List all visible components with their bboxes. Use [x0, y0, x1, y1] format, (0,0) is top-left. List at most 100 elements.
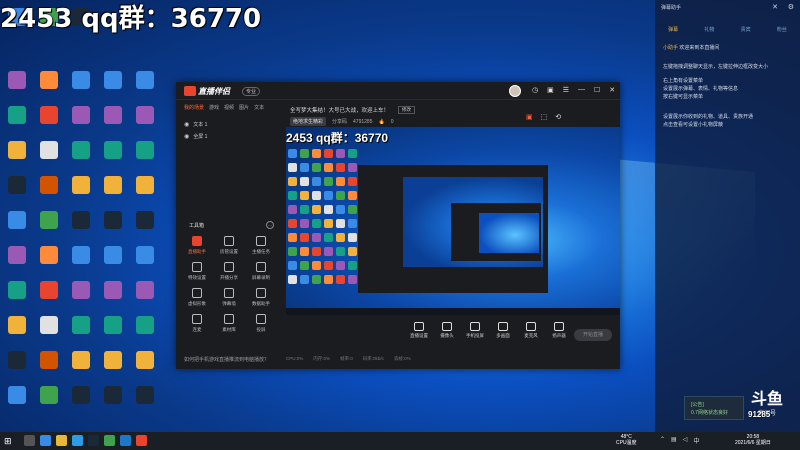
desktop-icon[interactable]: [98, 281, 128, 315]
desktop-icon[interactable]: [98, 176, 128, 210]
stream-preview[interactable]: 2453 qq群：36770: [286, 127, 620, 315]
desktop-icon[interactable]: [2, 246, 32, 280]
control-button[interactable]: 麦克风: [518, 322, 544, 339]
edge-icon[interactable]: [72, 435, 83, 446]
desktop-icon[interactable]: [2, 211, 32, 245]
window-titlebar[interactable]: 直播伴侣 专业 ◷ ▣ ☰ — ☐ ✕: [176, 82, 620, 100]
tool-item[interactable]: 数据助手: [248, 288, 274, 307]
desktop-icon[interactable]: [130, 141, 160, 175]
desktop-icon[interactable]: [2, 176, 32, 210]
tool-item[interactable]: 特效设置: [184, 262, 210, 281]
category-button[interactable]: 绝地求生精彩: [290, 117, 327, 126]
chat-tab-fans[interactable]: 粉丝: [777, 26, 787, 40]
desktop-icon[interactable]: [2, 386, 32, 420]
chevron-up-icon[interactable]: ⌃: [660, 436, 665, 445]
desktop-icon[interactable]: [34, 211, 64, 245]
desktop-icon[interactable]: [34, 316, 64, 350]
eye-icon[interactable]: ◉: [184, 133, 189, 140]
file-explorer-icon[interactable]: [56, 435, 67, 446]
source-item[interactable]: ◉ 全屏 1: [184, 130, 276, 142]
desktop-icon[interactable]: [98, 351, 128, 385]
desktop-icon[interactable]: [34, 176, 64, 210]
live-assistant-taskbar-icon[interactable]: [136, 435, 147, 446]
desktop-icon[interactable]: [66, 281, 96, 315]
clock[interactable]: 20:58 2021/6/6 星期日: [735, 434, 771, 446]
desktop-icon[interactable]: [98, 211, 128, 245]
task-view-icon[interactable]: [40, 435, 51, 446]
desktop-icon[interactable]: [66, 71, 96, 105]
notification-toast[interactable]: [公告] 0.7网络状态良好: [684, 396, 744, 420]
close-icon[interactable]: ✕: [772, 3, 778, 11]
desktop-icon[interactable]: [2, 316, 32, 350]
windows-start-icon[interactable]: ⊞: [4, 436, 12, 447]
tool-item[interactable]: 直播助手: [184, 236, 210, 255]
chat-tab-gift[interactable]: 礼物: [704, 26, 714, 40]
desktop-icon[interactable]: [34, 386, 64, 420]
control-button[interactable]: 多画面: [490, 322, 516, 339]
wechat-icon[interactable]: [104, 435, 115, 446]
tool-item[interactable]: 素材库: [216, 314, 242, 333]
tab-text[interactable]: 文本: [254, 104, 264, 111]
control-button[interactable]: 直播设置: [406, 322, 432, 339]
desktop-icon[interactable]: [130, 176, 160, 210]
desktop-icon[interactable]: [34, 351, 64, 385]
desktop-icon[interactable]: [98, 106, 128, 140]
desktop-icon[interactable]: [66, 386, 96, 420]
chat-tab-vip[interactable]: 贵宾: [741, 26, 751, 40]
app-icon[interactable]: [120, 435, 131, 446]
tool-item[interactable]: 虚拟形象: [184, 288, 210, 307]
desktop-icon[interactable]: [98, 246, 128, 280]
help-link[interactable]: 如何把手机游戏直播推流到电脑播放？: [184, 356, 269, 363]
desktop-icon[interactable]: [2, 281, 32, 315]
gear-icon[interactable]: ⚙: [788, 3, 794, 11]
desktop-icon[interactable]: [66, 176, 96, 210]
desktop-icon[interactable]: [34, 246, 64, 280]
desktop-icon[interactable]: [34, 106, 64, 140]
control-button[interactable]: 手机投屏: [462, 322, 488, 339]
volume-icon[interactable]: ◁: [683, 436, 688, 445]
edit-title-button[interactable]: 修改: [398, 106, 415, 114]
live-assistant-window[interactable]: 直播伴侣 专业 ◷ ▣ ☰ — ☐ ✕ 我的场景 游戏 视频 图片 文本 ◉ 文…: [176, 82, 620, 369]
tool-item[interactable]: 连麦: [184, 314, 210, 333]
start-live-button[interactable]: 开始直播: [574, 329, 612, 341]
steam-icon[interactable]: [88, 435, 99, 446]
desktop-icon[interactable]: [98, 316, 128, 350]
chat-panel[interactable]: 弹幕助手 ✕ ⚙ 弹幕 礼物 贵宾 粉丝 小助手 欢迎来到本直播间 左键拖拽调整…: [655, 0, 800, 432]
desktop-icon[interactable]: [34, 141, 64, 175]
record-icon[interactable]: ▣: [526, 113, 533, 121]
desktop-icon[interactable]: [34, 281, 64, 315]
desktop-icon[interactable]: [66, 141, 96, 175]
desktop-icon[interactable]: [66, 211, 96, 245]
eye-icon[interactable]: ◉: [184, 121, 189, 128]
message-icon[interactable]: ◷: [532, 86, 538, 94]
tab-video[interactable]: 视频: [224, 104, 234, 111]
desktop-icon[interactable]: [34, 71, 64, 105]
search-icon[interactable]: [24, 435, 35, 446]
desktop-icon[interactable]: [130, 246, 160, 280]
desktop-icon[interactable]: [130, 106, 160, 140]
maximize-icon[interactable]: ☐: [594, 86, 600, 94]
desktop-icon[interactable]: [98, 386, 128, 420]
tab-my-scene[interactable]: 我的场景: [184, 104, 204, 111]
desktop-icon[interactable]: [66, 106, 96, 140]
gift-icon[interactable]: ▣: [547, 86, 554, 94]
source-item[interactable]: ◉ 文本 1: [184, 118, 276, 130]
tab-game[interactable]: 游戏: [209, 104, 219, 111]
desktop-icon[interactable]: [130, 281, 160, 315]
network-icon[interactable]: ▤: [671, 436, 677, 445]
desktop-icon[interactable]: [66, 316, 96, 350]
desktop-icon[interactable]: [2, 351, 32, 385]
control-button[interactable]: 摄像头: [434, 322, 460, 339]
screenshot-icon[interactable]: ⬚: [541, 113, 548, 121]
tool-item[interactable]: 开播分享: [216, 262, 242, 281]
share-icon[interactable]: ⟲: [555, 113, 561, 121]
desktop-icon[interactable]: [130, 211, 160, 245]
cpu-temp-widget[interactable]: 48°C CPU温度: [616, 434, 637, 446]
tab-image[interactable]: 图片: [239, 104, 249, 111]
desktop-icon[interactable]: [130, 316, 160, 350]
desktop-icon[interactable]: [2, 141, 32, 175]
tool-item[interactable]: 投屏: [248, 314, 274, 333]
desktop-icon[interactable]: [2, 71, 32, 105]
menu-icon[interactable]: ☰: [563, 86, 569, 94]
desktop-icon[interactable]: [98, 141, 128, 175]
